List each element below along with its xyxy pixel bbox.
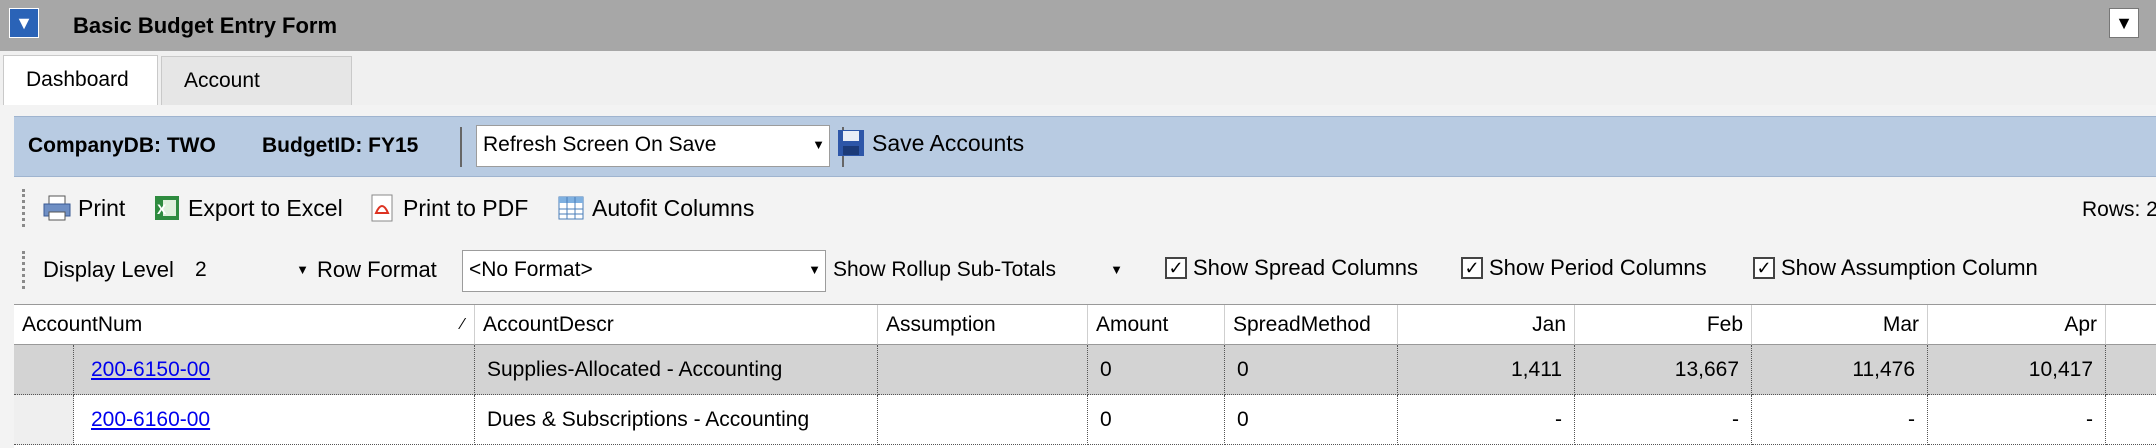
menu-dropdown-icon[interactable]: ▼ [2109, 8, 2139, 38]
account-num-cell[interactable]: 200-6150-00 [74, 345, 475, 395]
save-accounts-label: Save Accounts [872, 129, 1025, 156]
account-link[interactable]: 200-6160-00 [91, 408, 210, 431]
column-header-accountnum[interactable]: AccountNum ⁄ [14, 305, 475, 345]
account-num-cell[interactable]: 200-6160-00 [74, 395, 475, 445]
chevron-down-icon[interactable]: ▼ [296, 251, 309, 289]
autofit-columns-label: Autofit Columns [592, 194, 755, 221]
show-period-checkbox[interactable]: ✓ Show Period Columns [1461, 255, 1707, 281]
floppy-disk-icon [836, 128, 866, 158]
column-header-assumption[interactable]: Assumption [878, 305, 1088, 345]
chevron-down-icon[interactable]: ▼ [808, 251, 821, 289]
jan-cell[interactable]: - [1398, 395, 1575, 445]
show-spread-label: Show Spread Columns [1193, 255, 1419, 280]
printer-icon [42, 193, 72, 223]
checkbox-checked-icon[interactable]: ✓ [1753, 257, 1775, 279]
collapse-down-icon[interactable]: ▼ [9, 8, 39, 38]
filler-cell [2106, 345, 2156, 395]
tab-dashboard[interactable]: Dashboard [3, 55, 158, 105]
print-pdf-button[interactable]: Print to PDF [367, 193, 528, 223]
action-toolbar: Print X Export to Excel Print to PDF Aut… [14, 181, 2156, 238]
spread-method-cell[interactable]: 0 [1225, 345, 1398, 395]
column-header-feb[interactable]: Feb [1575, 305, 1752, 345]
jan-cell[interactable]: 1,411 [1398, 345, 1575, 395]
checkbox-checked-icon[interactable]: ✓ [1165, 257, 1187, 279]
sort-indicator-icon: ⁄ [461, 316, 464, 333]
budget-grid: AccountNum ⁄ AccountDescr Assumption Amo… [14, 304, 2156, 448]
rollup-select[interactable]: Show Rollup Sub-Totals ▼ [826, 250, 1128, 292]
row-selector[interactable] [14, 345, 74, 395]
apr-cell[interactable]: 10,417 [1928, 345, 2106, 395]
mar-cell[interactable]: - [1752, 395, 1928, 445]
excel-icon: X [152, 193, 182, 223]
pdf-icon [367, 193, 397, 223]
print-button[interactable]: Print [42, 193, 125, 223]
table-grid-icon [556, 193, 586, 223]
show-spread-checkbox[interactable]: ✓ Show Spread Columns [1165, 255, 1418, 281]
column-header-mar[interactable]: Mar [1752, 305, 1928, 345]
chevron-down-icon[interactable]: ▼ [812, 126, 825, 164]
column-header-amount[interactable]: Amount [1088, 305, 1225, 345]
row-format-select[interactable]: <No Format> ▼ [462, 250, 826, 292]
column-header-accountdescr[interactable]: AccountDescr [475, 305, 878, 345]
mar-cell[interactable]: 11,476 [1752, 345, 1928, 395]
amount-cell[interactable]: 0 [1088, 345, 1225, 395]
export-excel-button[interactable]: X Export to Excel [152, 193, 343, 223]
toolbar-grip[interactable] [22, 189, 28, 227]
refresh-select-value: Refresh Screen On Save [483, 133, 717, 156]
show-assumption-label: Show Assumption Column [1781, 255, 2038, 280]
feb-cell[interactable]: 13,667 [1575, 345, 1752, 395]
filler-cell [2106, 395, 2156, 445]
feb-cell[interactable]: - [1575, 395, 1752, 445]
export-excel-label: Export to Excel [188, 194, 343, 221]
print-pdf-label: Print to PDF [403, 194, 529, 221]
info-bar: CompanyDB: TWO BudgetID: FY15 Refresh Sc… [14, 116, 2156, 177]
amount-cell[interactable]: 0 [1088, 395, 1225, 445]
show-assumption-checkbox[interactable]: ✓ Show Assumption Column [1753, 255, 2038, 281]
print-label: Print [78, 194, 126, 221]
window-title: Basic Budget Entry Form [73, 13, 338, 38]
column-header-label: AccountNum [22, 313, 143, 336]
save-accounts-button[interactable]: Save Accounts [836, 128, 1024, 158]
row-selector[interactable] [14, 395, 74, 445]
budget-label: BudgetID: FY15 [262, 134, 419, 157]
assumption-cell[interactable] [878, 395, 1088, 445]
checkbox-checked-icon[interactable]: ✓ [1461, 257, 1483, 279]
column-header-filler [2106, 305, 2156, 345]
column-header-jan[interactable]: Jan [1398, 305, 1575, 345]
account-descr-cell[interactable]: Dues & Subscriptions - Accounting [475, 395, 878, 445]
separator [460, 127, 462, 167]
tab-account-details[interactable]: Account Details [161, 56, 352, 140]
tab-strip: Dashboard Account Details [0, 51, 2156, 140]
title-bar: ▼ Basic Budget Entry Form ▼ [0, 0, 2156, 51]
company-label: CompanyDB: TWO [28, 134, 216, 157]
svg-text:X: X [157, 201, 167, 217]
apr-cell[interactable]: - [1928, 395, 2106, 445]
column-header-spreadmethod[interactable]: SpreadMethod [1225, 305, 1398, 345]
row-format-value: <No Format> [469, 258, 593, 281]
show-period-label: Show Period Columns [1489, 255, 1707, 280]
options-toolbar: Display Level 2 ▼ Row Format <No Format>… [14, 243, 2156, 299]
row-format-label: Row Format [317, 257, 437, 282]
assumption-cell[interactable] [878, 345, 1088, 395]
display-level-value: 2 [195, 258, 207, 281]
rollup-value: Show Rollup Sub-Totals [833, 258, 1056, 281]
account-link[interactable]: 200-6150-00 [91, 358, 210, 381]
account-descr-cell[interactable]: Supplies-Allocated - Accounting [475, 345, 878, 395]
spread-method-cell[interactable]: 0 [1225, 395, 1398, 445]
chevron-down-icon[interactable]: ▼ [1110, 251, 1123, 289]
toolbar-grip[interactable] [22, 251, 28, 289]
display-level-select[interactable]: 2 ▼ [188, 250, 314, 292]
refresh-select[interactable]: Refresh Screen On Save ▼ [476, 125, 830, 167]
display-level-label: Display Level [43, 257, 174, 282]
autofit-columns-button[interactable]: Autofit Columns [556, 193, 754, 223]
column-header-apr[interactable]: Apr [1928, 305, 2106, 345]
rows-count: Rows: 2 [2082, 198, 2156, 221]
